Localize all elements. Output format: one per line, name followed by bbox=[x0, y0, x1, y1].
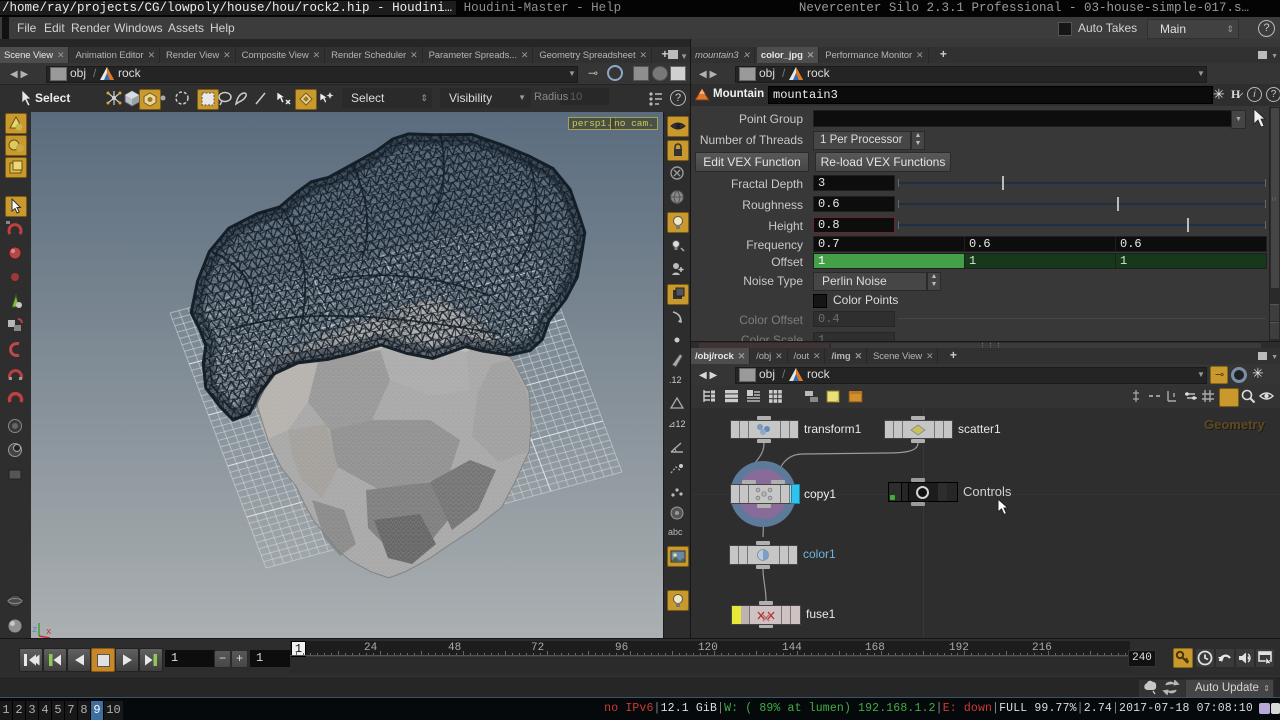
svg-text:z: z bbox=[32, 625, 37, 635]
svg-text:x: x bbox=[46, 627, 51, 637]
